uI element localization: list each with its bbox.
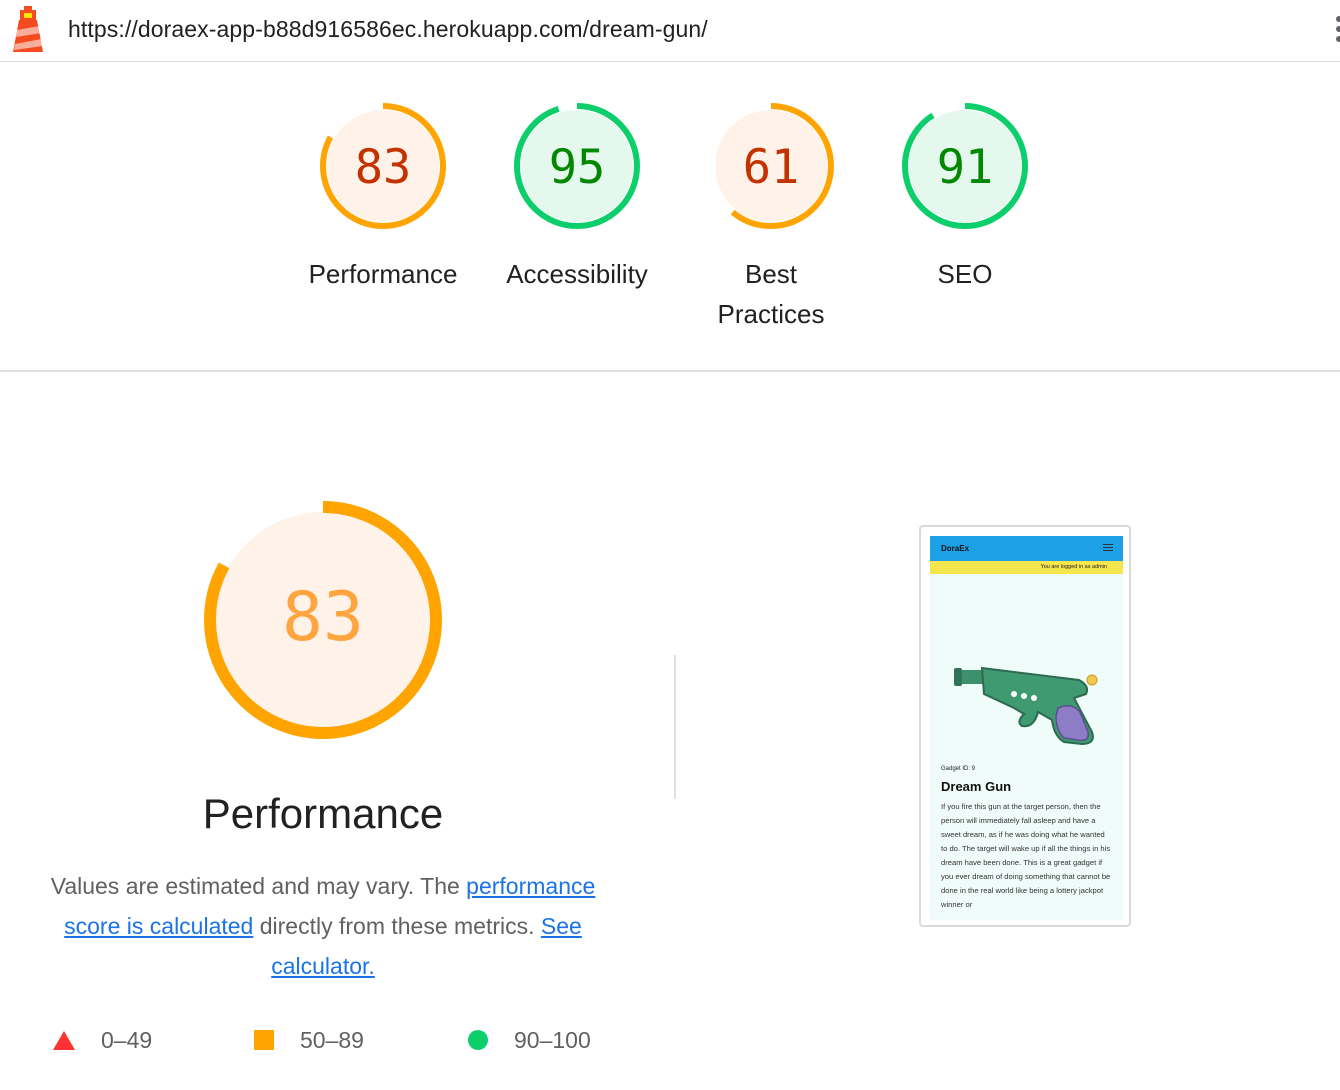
performance-title: Performance: [202, 790, 444, 837]
legend-range: 90–100: [514, 1026, 591, 1053]
screenshot-brand: DoraEx: [941, 544, 970, 553]
screenshot-gadget-description: If you fire this gun at the target perso…: [941, 802, 1111, 909]
gauge-ring: 91: [902, 103, 1028, 229]
gauge-seo[interactable]: 91 SEO: [880, 100, 1050, 294]
screenshot-page: DoraEx You are logged in as admin Gadget…: [930, 536, 1123, 920]
gauge-label: SEO: [937, 259, 993, 289]
screenshot-gadget-name: Dream Gun: [941, 779, 1012, 794]
gauge-ring: 95: [514, 103, 640, 229]
legend-range: 50–89: [300, 1026, 364, 1053]
legend-pass: 90–100: [468, 1022, 591, 1058]
description-text: directly from these metrics.: [253, 913, 541, 939]
triangle-icon: [53, 1030, 75, 1050]
report-header: https://doraex-app-b88d916586ec.herokuap…: [0, 0, 1340, 62]
gauge-label: Performance: [308, 259, 458, 289]
gauge-score: 83: [355, 140, 412, 195]
performance-description: Values are estimated and may vary. The p…: [28, 866, 618, 986]
final-screenshot[interactable]: DoraEx You are logged in as admin Gadget…: [919, 525, 1131, 927]
legend-average: 50–89: [254, 1022, 364, 1058]
kebab-menu-icon[interactable]: [1336, 16, 1340, 46]
square-icon: [254, 1030, 274, 1050]
lighthouse-icon: [13, 6, 43, 52]
hamburger-icon: [1103, 544, 1113, 553]
gauge-label: Accessibility: [506, 259, 648, 289]
gauge-best-practices[interactable]: 61 Best Practices: [686, 100, 856, 334]
screenshot-gadget-id: Gadget ID: 9: [941, 766, 976, 772]
gauge-performance[interactable]: 83 Performance: [298, 100, 468, 294]
dream-gun-image: [954, 666, 1098, 746]
report-url[interactable]: https://doraex-app-b88d916586ec.herokuap…: [68, 16, 708, 43]
gauge-label: Best Practices: [717, 259, 825, 329]
gauge-ring: 61: [708, 103, 834, 229]
legend-range: 0–49: [101, 1026, 153, 1053]
gauge-accessibility[interactable]: 95 Accessibility: [492, 100, 662, 294]
description-text: Values are estimated and may vary. The: [50, 873, 467, 899]
gauge-score: 95: [549, 140, 606, 195]
performance-score-large: 83: [282, 578, 364, 657]
section-divider: [0, 370, 1340, 372]
gauge-ring: 83: [320, 103, 446, 229]
screenshot-navbar: DoraEx: [930, 536, 1123, 561]
gauge-score: 91: [937, 140, 994, 195]
legend-fail: 0–49: [53, 1022, 152, 1058]
vertical-divider: [674, 655, 676, 799]
performance-gauge-large: 83: [204, 501, 442, 739]
screenshot-admin-banner: You are logged in as admin: [930, 561, 1123, 574]
circle-icon: [468, 1030, 488, 1050]
gauge-score: 61: [743, 140, 800, 195]
